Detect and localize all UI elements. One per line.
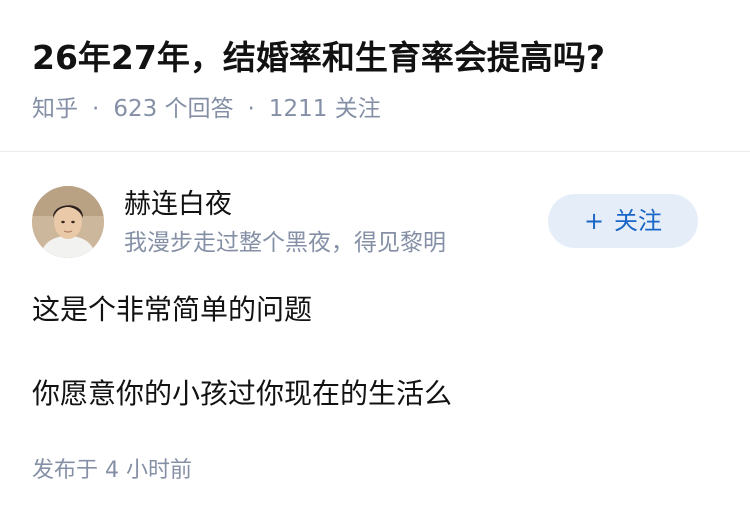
- answer-paragraph: 你愿意你的小孩过你现在的生活么: [32, 377, 453, 410]
- source-label[interactable]: 知乎: [32, 96, 78, 122]
- question-meta: 知乎 · 623 个回答 · 1211 关注: [32, 92, 381, 126]
- follow-button[interactable]: + 关注: [548, 194, 698, 248]
- avatar-image: [32, 186, 104, 258]
- follow-button-label: 关注: [614, 207, 663, 235]
- author-name[interactable]: 赫连白夜: [124, 186, 232, 224]
- question-title[interactable]: 26年27年，结婚率和生育率会提高吗?: [32, 32, 605, 84]
- publish-time: 发布于 4 小时前: [32, 458, 192, 483]
- answer-count[interactable]: 623 个回答: [113, 96, 233, 122]
- meta-separator: ·: [92, 96, 100, 122]
- author-bio: 我漫步走过整个黑夜，得见黎明: [124, 230, 446, 256]
- divider: [0, 151, 750, 152]
- follower-count: 1211 关注: [268, 96, 381, 122]
- question-header: 26年27年，结婚率和生育率会提高吗? 知乎 · 623 个回答 · 1211 关注: [0, 0, 750, 150]
- author-row: 赫连白夜 我漫步走过整个黑夜，得见黎明 + 关注: [0, 180, 750, 270]
- meta-separator: ·: [247, 96, 255, 122]
- answer-paragraph: 这是个非常简单的问题: [32, 293, 313, 326]
- plus-icon: +: [583, 207, 605, 235]
- avatar[interactable]: [32, 186, 104, 258]
